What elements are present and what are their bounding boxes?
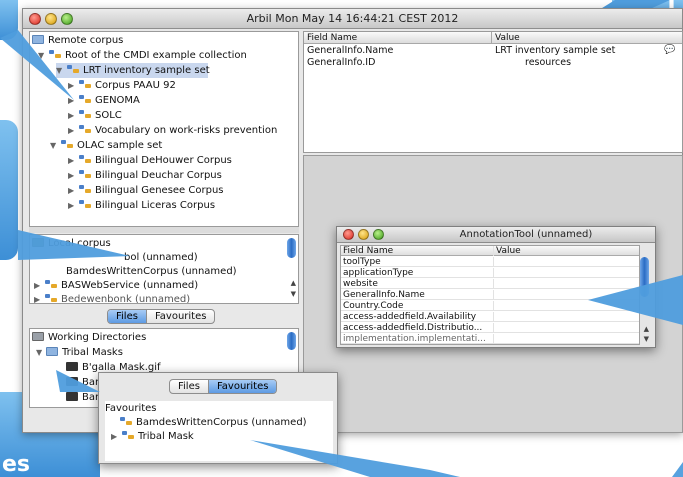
callout-pointer-local [18, 230, 130, 260]
callout-pointer-working [56, 370, 100, 392]
callout-pointer-favourites [250, 440, 460, 477]
callout-pointer-tree [0, 30, 74, 100]
callout-pointer-annotation [588, 275, 683, 325]
callout-pointers [0, 30, 683, 477]
callout-pointer-corner [672, 462, 683, 477]
